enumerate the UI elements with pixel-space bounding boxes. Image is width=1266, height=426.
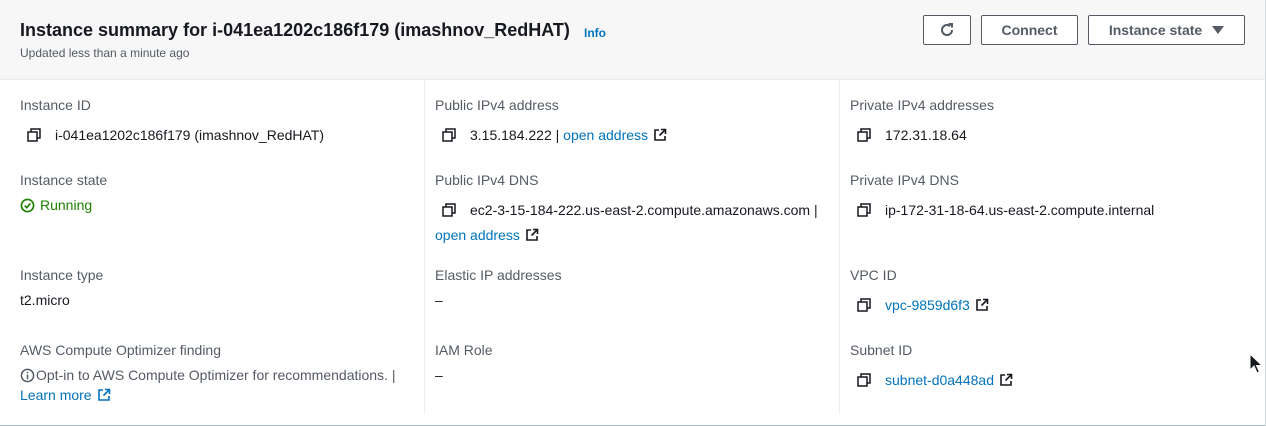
external-link-icon[interactable]	[97, 388, 111, 402]
iam-role-value: –	[435, 367, 443, 383]
instance-id-value: i-041ea1202c186f179 (imashnov_RedHAT)	[27, 127, 324, 143]
external-link-icon[interactable]	[525, 228, 539, 242]
private-ipv4-label: Private IPv4 addresses	[850, 97, 994, 113]
private-dns-text: ip-172-31-18-64.us-east-2.compute.intern…	[885, 202, 1155, 218]
instance-id-text: i-041ea1202c186f179 (imashnov_RedHAT)	[55, 127, 325, 143]
copy-icon[interactable]	[857, 203, 871, 217]
summary-header: Instance summary for i-041ea1202c186f179…	[0, 0, 1265, 80]
elastic-ip-label: Elastic IP addresses	[435, 267, 562, 283]
column-divider	[424, 80, 425, 414]
refresh-icon	[941, 23, 954, 36]
optimizer-label: AWS Compute Optimizer finding	[20, 342, 221, 358]
page-title: Instance summary for i-041ea1202c186f179…	[20, 20, 570, 40]
instance-id-label: Instance ID	[20, 97, 91, 113]
external-link-icon[interactable]	[653, 128, 667, 142]
public-dns-link-row: open address	[435, 227, 539, 243]
instance-summary-panel: Instance summary for i-041ea1202c186f179…	[0, 0, 1266, 426]
updated-text: Updated less than a minute ago	[20, 46, 190, 60]
external-link-icon[interactable]	[999, 373, 1013, 387]
caret-down-icon	[1212, 26, 1225, 34]
copy-icon[interactable]	[857, 128, 871, 142]
public-dns-text: ec2-3-15-184-222.us-east-2.compute.amazo…	[470, 202, 818, 218]
private-ipv4-text: 172.31.18.64	[885, 127, 967, 143]
vpc-id-link[interactable]: vpc-9859d6f3	[885, 297, 970, 313]
mouse-cursor-icon	[1249, 353, 1263, 374]
private-dns-label: Private IPv4 DNS	[850, 172, 959, 188]
subnet-id-label: Subnet ID	[850, 342, 913, 358]
instance-type-value: t2.micro	[20, 292, 70, 308]
external-link-icon[interactable]	[975, 298, 989, 312]
public-ipv4-label: Public IPv4 address	[435, 97, 559, 113]
copy-icon[interactable]	[857, 298, 871, 312]
open-address-link[interactable]: open address	[563, 127, 648, 143]
public-ipv4-value: 3.15.184.222 | open address	[442, 127, 667, 143]
info-link[interactable]: Info	[584, 26, 606, 40]
public-dns-label: Public IPv4 DNS	[435, 172, 539, 188]
instance-type-label: Instance type	[20, 267, 104, 283]
refresh-button[interactable]	[923, 15, 971, 45]
optimizer-text: Opt-in to AWS Compute Optimizer for reco…	[36, 367, 396, 383]
optimizer-value: Opt-in to AWS Compute Optimizer for reco…	[20, 367, 395, 383]
copy-icon[interactable]	[442, 203, 456, 217]
copy-icon[interactable]	[27, 128, 41, 142]
check-circle-icon	[20, 198, 35, 212]
private-dns-value: ip-172-31-18-64.us-east-2.compute.intern…	[857, 202, 1154, 218]
vpc-id-value: vpc-9859d6f3	[857, 297, 989, 313]
copy-icon[interactable]	[442, 128, 456, 142]
iam-role-label: IAM Role	[435, 342, 493, 358]
subnet-id-link[interactable]: subnet-d0a448ad	[885, 372, 994, 388]
private-ipv4-value: 172.31.18.64	[857, 127, 967, 143]
info-circle-icon	[20, 368, 35, 382]
separator: |	[551, 127, 564, 143]
instance-state-value: Running	[20, 197, 92, 213]
learn-more-row: Learn more	[20, 387, 111, 403]
instance-state-label: Instance state	[1108, 22, 1203, 38]
open-address-link[interactable]: open address	[435, 227, 520, 243]
public-ipv4-text: 3.15.184.222	[470, 127, 552, 143]
elastic-ip-value: –	[435, 292, 443, 308]
public-dns-value: ec2-3-15-184-222.us-east-2.compute.amazo…	[442, 202, 818, 218]
connect-button[interactable]: Connect	[981, 15, 1078, 45]
column-divider	[839, 80, 840, 414]
subnet-id-value: subnet-d0a448ad	[857, 372, 1013, 388]
instance-state-field-label: Instance state	[20, 172, 108, 188]
instance-state-button[interactable]: Instance state	[1088, 15, 1245, 45]
running-status: Running	[40, 197, 93, 213]
copy-icon[interactable]	[857, 373, 871, 387]
vpc-id-label: VPC ID	[850, 267, 897, 283]
learn-more-link[interactable]: Learn more	[20, 387, 92, 403]
